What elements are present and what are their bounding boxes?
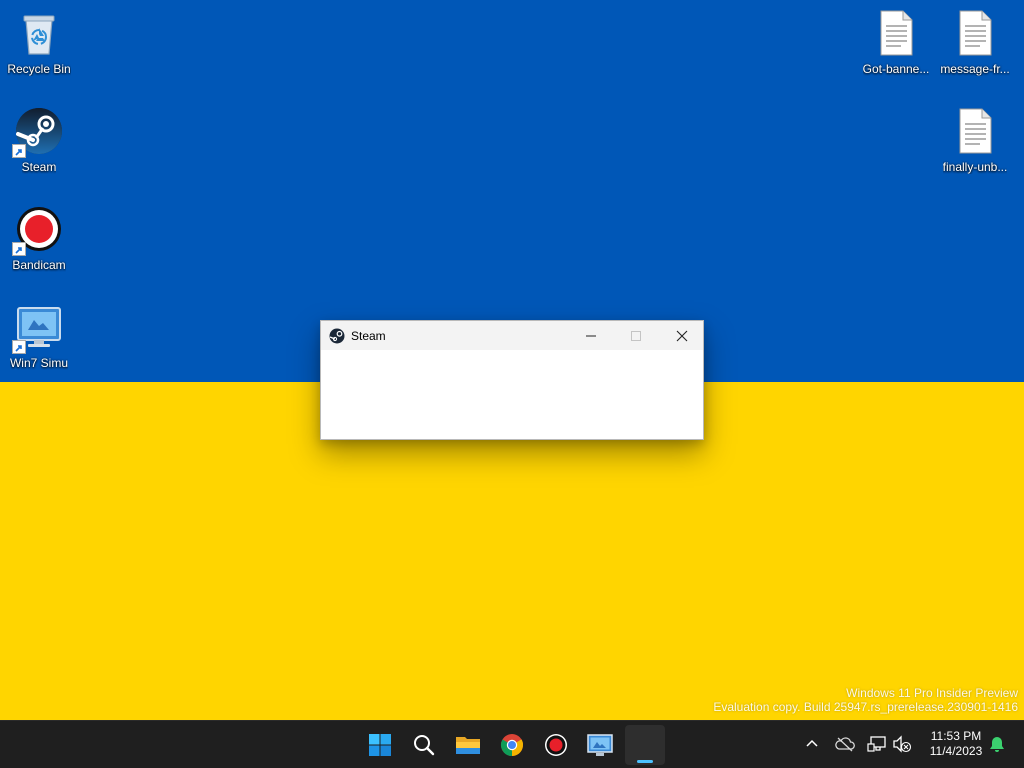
maximize-button[interactable] [613,321,659,350]
desktop-icon-recycle-bin[interactable]: Recycle Bin [0,4,78,92]
desktop-icon-label: Win7 Simu [9,356,68,370]
bandicam-icon [12,204,64,256]
desktop-icon-label: Got-banne... [862,62,930,76]
file-explorer-button[interactable] [448,725,488,765]
network-button[interactable] [866,733,888,755]
watermark-line-2: Evaluation copy. Build 25947.rs_prerelea… [713,700,1018,714]
running-app-icon [633,733,657,757]
window-content [321,350,703,439]
desktop-icon-label: Bandicam [12,258,66,272]
taskbar: 11:53 PM 11/4/2023 [0,720,1024,768]
volume-button[interactable] [891,733,913,755]
minimize-button[interactable] [568,321,614,350]
steam-window[interactable]: Steam [320,320,704,440]
shortcut-arrow-icon [12,340,26,354]
maximize-icon [631,330,641,341]
window-title: Steam [351,328,386,343]
win7-simu-taskbar-button[interactable] [580,725,620,765]
onedrive-icon [835,737,855,752]
steam-icon [12,106,64,158]
desktop-icon-win7-simu[interactable]: Win7 Simu [0,298,78,386]
text-file-icon [950,8,1000,58]
desktop-icon-label: Recycle Bin [7,62,71,76]
desktop-icon-bandicam[interactable]: Bandicam [0,200,78,288]
bandicam-icon [545,734,567,756]
desktop-icon-got-banned-file[interactable]: Got-banne... [857,4,935,92]
steam-window-taskbar-button[interactable] [625,725,665,765]
bandicam-taskbar-button[interactable] [536,725,576,765]
windows-start-icon [369,734,391,756]
start-button[interactable] [360,725,400,765]
chrome-button[interactable] [492,725,532,765]
recycle-bin-icon [14,8,64,58]
desktop-icon-label: message-fr... [940,62,1010,76]
folder-icon [456,737,480,754]
text-file-icon [950,106,1000,156]
close-icon [676,330,688,341]
win7-simu-icon [587,734,613,756]
desktop-icon-steam[interactable]: Steam [0,102,78,190]
evaluation-watermark: Windows 11 Pro Insider Preview Evaluatio… [713,686,1018,714]
win7-simu-icon [12,302,64,354]
desktop-icon-message-file[interactable]: message-fr... [936,4,1014,92]
desktop-icon-finally-unbanned-file[interactable]: finally-unb... [936,102,1014,190]
volume-muted-icon [893,735,912,753]
onedrive-button[interactable] [834,733,856,755]
shortcut-arrow-icon [12,144,26,158]
desktop-icon-label: finally-unb... [942,160,1008,174]
shortcut-arrow-icon [12,242,26,256]
bell-icon [990,737,1004,752]
watermark-line-1: Windows 11 Pro Insider Preview [846,686,1018,700]
chrome-icon [501,734,523,756]
chevron-up-icon [806,739,818,747]
show-hidden-icons-button[interactable] [801,733,823,755]
close-button[interactable] [659,321,705,350]
search-button[interactable] [404,725,444,765]
notifications-button[interactable] [986,733,1008,755]
minimize-icon [586,335,596,336]
search-icon [414,735,435,756]
active-app-indicator [637,760,653,763]
window-titlebar[interactable]: Steam [321,321,703,350]
network-icon [867,736,886,752]
steam-icon [329,328,345,344]
text-file-icon [871,8,921,58]
desktop-icon-label: Steam [21,160,57,174]
